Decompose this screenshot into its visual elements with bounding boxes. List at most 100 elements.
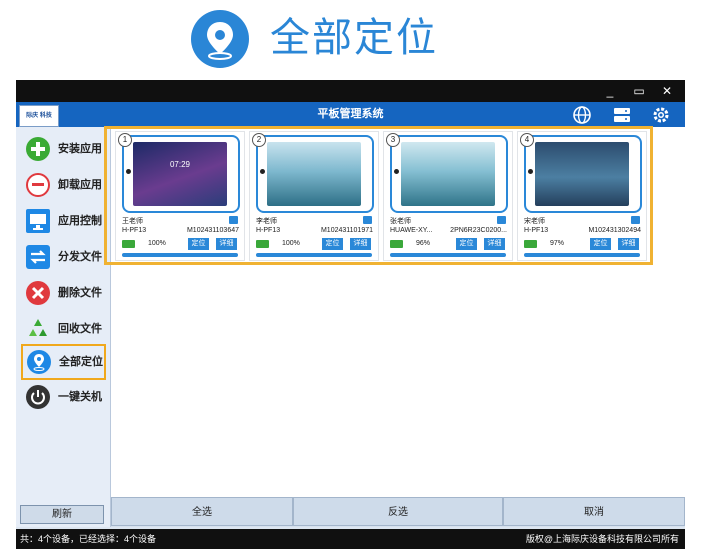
chip-icon xyxy=(631,216,640,224)
device-serial: M102431103647 xyxy=(186,227,239,234)
title-bar: 际庆 科技 平板管理系统 xyxy=(16,102,685,127)
device-card[interactable]: 2 李老师 H-PF13 M102431101971 100% 定位 详细 xyxy=(249,131,379,261)
location-pin-icon xyxy=(27,350,51,374)
status-bar: 共：4个设备，已经选择：4个设备 版权@上海际庆设备科技有限公司所有 xyxy=(16,529,685,549)
screen-wallpaper xyxy=(401,142,495,206)
location-pin-icon xyxy=(191,10,249,68)
device-serial: 2PN6R23C0200... xyxy=(450,227,507,234)
power-icon xyxy=(26,385,50,409)
tablet-screen: 07:29 xyxy=(122,135,240,213)
detail-button[interactable]: 详细 xyxy=(350,238,371,250)
device-card[interactable]: 3 张老师 HUAWE-XY... 2PN6R23C0200... 96% 定位… xyxy=(383,131,513,261)
minus-icon xyxy=(26,173,50,197)
battery-icon xyxy=(524,240,537,248)
battery-level: 97% xyxy=(550,240,565,247)
device-number: 1 xyxy=(118,133,132,147)
plus-icon xyxy=(26,137,50,161)
promo-header: 全部定位 xyxy=(0,0,710,78)
tablet-screen xyxy=(390,135,508,213)
device-card[interactable]: 07:29 1 王老师 H-PF13 M102431103647 100% 定位… xyxy=(115,131,245,261)
card-bar xyxy=(524,253,640,257)
camera-dot xyxy=(528,169,533,174)
tablet-screen xyxy=(256,135,374,213)
close-button[interactable]: ✕ xyxy=(655,80,679,102)
sidebar-item-shutdown[interactable]: 一键关机 xyxy=(21,380,109,414)
camera-dot xyxy=(394,169,399,174)
screen-wallpaper xyxy=(267,142,361,206)
invert-selection-button[interactable]: 反选 xyxy=(293,497,503,526)
locate-button[interactable]: 定位 xyxy=(322,238,343,250)
sidebar-item-label: 卸载应用 xyxy=(58,179,102,191)
battery-level: 100% xyxy=(148,240,166,247)
battery-icon xyxy=(256,240,269,248)
screen-wallpaper xyxy=(535,142,629,206)
bottom-action-bar: 全选 反选 取消 xyxy=(111,497,685,527)
sidebar-item-locate-all[interactable]: 全部定位 xyxy=(21,344,106,380)
locate-button[interactable]: 定位 xyxy=(456,238,477,250)
battery-icon xyxy=(390,240,403,248)
sidebar-item-install-app[interactable]: 安装应用 xyxy=(21,132,109,166)
sidebar-item-distribute-files[interactable]: 分发文件 xyxy=(21,240,109,274)
swap-arrows-icon xyxy=(26,245,50,269)
app-window: _ ▭ ✕ 际庆 科技 平板管理系统 安装应用 卸载应用 应用控制 分发文件 删… xyxy=(16,80,685,549)
teacher-name: 王老师 xyxy=(122,218,143,225)
chip-icon xyxy=(363,216,372,224)
sidebar-item-label: 全部定位 xyxy=(59,356,103,368)
promo-title: 全部定位 xyxy=(270,15,438,61)
teacher-name: 张老师 xyxy=(390,218,411,225)
card-bar xyxy=(390,253,506,257)
card-bar xyxy=(256,253,372,257)
chip-icon xyxy=(229,216,238,224)
tablet-screen xyxy=(524,135,642,213)
sidebar-item-uninstall-app[interactable]: 卸载应用 xyxy=(21,168,109,202)
battery-level: 96% xyxy=(416,240,431,247)
recycle-icon xyxy=(26,317,50,341)
sidebar-item-label: 删除文件 xyxy=(58,287,102,299)
device-model: HUAWE-XY... xyxy=(390,227,433,234)
battery-icon xyxy=(122,240,135,248)
screen-wallpaper: 07:29 xyxy=(133,142,227,206)
select-all-button[interactable]: 全选 xyxy=(111,497,293,526)
sidebar-item-delete-files[interactable]: 删除文件 xyxy=(21,276,109,310)
sidebar-item-recycle-files[interactable]: 回收文件 xyxy=(21,312,109,346)
close-icon xyxy=(26,281,50,305)
sidebar: 安装应用 卸载应用 应用控制 分发文件 删除文件 回收文件 全部定位 一键关机 … xyxy=(16,127,111,527)
card-bar xyxy=(122,253,238,257)
locate-button[interactable]: 定位 xyxy=(590,238,611,250)
sidebar-item-app-control[interactable]: 应用控制 xyxy=(21,204,109,238)
cancel-button[interactable]: 取消 xyxy=(503,497,685,526)
sidebar-item-label: 一键关机 xyxy=(58,391,102,403)
sidebar-item-label: 应用控制 xyxy=(58,215,102,227)
server-icon[interactable] xyxy=(612,105,632,125)
refresh-button[interactable]: 刷新 xyxy=(20,505,104,524)
sidebar-item-label: 分发文件 xyxy=(58,251,102,263)
teacher-name: 宋老师 xyxy=(524,218,545,225)
screen-time: 07:29 xyxy=(169,160,191,169)
minimize-button[interactable]: _ xyxy=(598,80,622,102)
sidebar-item-label: 安装应用 xyxy=(58,143,102,155)
device-serial: M102431302494 xyxy=(588,227,641,234)
copyright-text: 版权@上海际庆设备科技有限公司所有 xyxy=(525,534,679,544)
device-number: 2 xyxy=(252,133,266,147)
device-grid: 07:29 1 王老师 H-PF13 M102431103647 100% 定位… xyxy=(104,126,685,497)
maximize-button[interactable]: ▭ xyxy=(627,80,651,102)
sidebar-item-label: 回收文件 xyxy=(58,323,102,335)
camera-dot xyxy=(126,169,131,174)
device-model: H-PF13 xyxy=(524,227,549,234)
camera-dot xyxy=(260,169,265,174)
device-number: 4 xyxy=(520,133,534,147)
system-bar: _ ▭ ✕ xyxy=(16,80,685,102)
device-serial: M102431101971 xyxy=(320,227,373,234)
chip-icon xyxy=(497,216,506,224)
detail-button[interactable]: 详细 xyxy=(484,238,505,250)
detail-button[interactable]: 详细 xyxy=(216,238,237,250)
locate-button[interactable]: 定位 xyxy=(188,238,209,250)
gear-icon[interactable] xyxy=(651,105,671,125)
device-model: H-PF13 xyxy=(256,227,281,234)
globe-icon[interactable] xyxy=(572,105,592,125)
teacher-name: 李老师 xyxy=(256,218,277,225)
monitor-icon xyxy=(26,209,50,233)
detail-button[interactable]: 详细 xyxy=(618,238,639,250)
device-card[interactable]: 4 宋老师 H-PF13 M102431302494 97% 定位 详细 xyxy=(517,131,647,261)
battery-level: 100% xyxy=(282,240,300,247)
